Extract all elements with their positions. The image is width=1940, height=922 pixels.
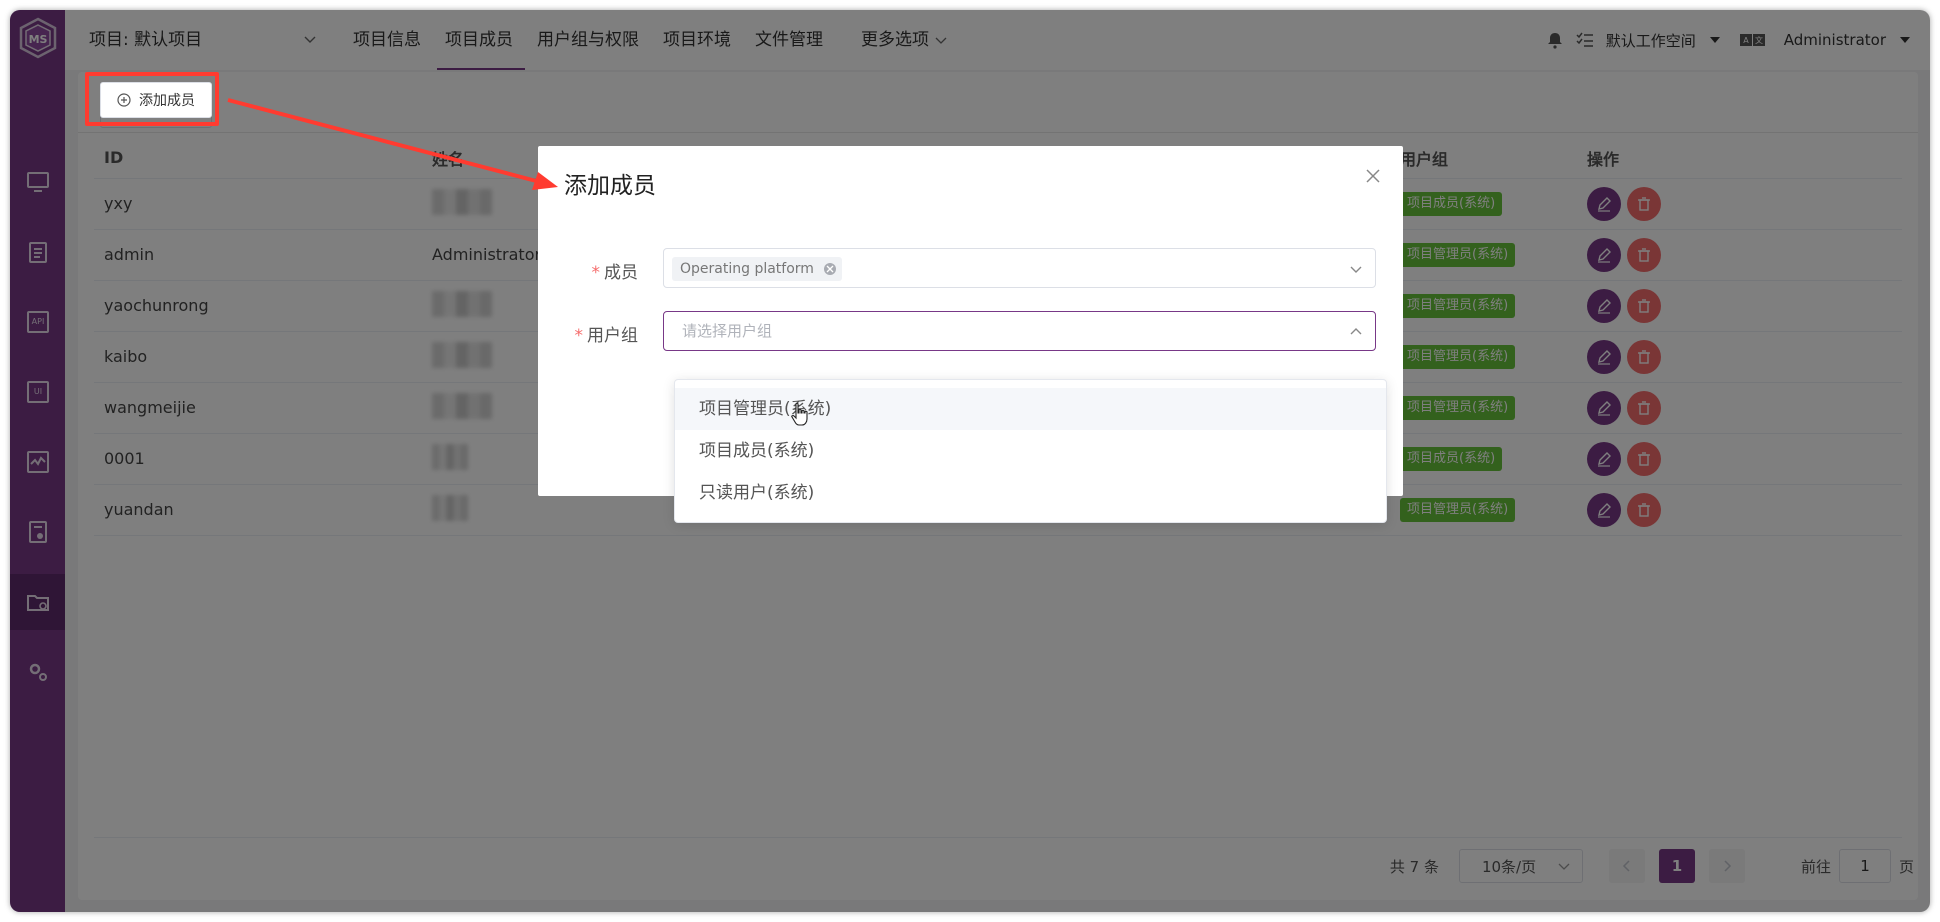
close-icon[interactable] xyxy=(1365,168,1381,184)
plus-circle-icon xyxy=(117,93,131,107)
member-field-label: * 成员 xyxy=(538,258,639,283)
member-chip-label: Operating platform xyxy=(680,261,814,277)
required-marker: * xyxy=(591,263,601,283)
chevron-down-icon xyxy=(1350,266,1362,273)
add-member-button-highlighted[interactable]: 添加成员 xyxy=(100,82,212,118)
group-select-placeholder: 请选择用户组 xyxy=(682,322,773,340)
chevron-up-icon xyxy=(1350,328,1362,335)
member-label-text: 成员 xyxy=(604,263,638,283)
group-field-label: * 用户组 xyxy=(538,321,639,346)
group-label-text: 用户组 xyxy=(587,326,638,346)
member-chip: Operating platform xyxy=(672,257,842,281)
required-marker: * xyxy=(574,326,584,346)
close-icon xyxy=(826,265,834,273)
add-member-label: 添加成员 xyxy=(139,93,195,109)
chip-remove-icon[interactable] xyxy=(823,263,836,275)
app-window: MS API UI 项目: 默认项目 项目信息 项 xyxy=(10,10,1930,912)
group-select[interactable]: 请选择用户组 xyxy=(663,311,1376,351)
option-project-admin[interactable]: 项目管理员(系统) xyxy=(675,388,1386,430)
option-project-member[interactable]: 项目成员(系统) xyxy=(675,430,1386,472)
dialog-title: 添加成员 xyxy=(564,173,656,199)
hand-cursor-icon xyxy=(791,402,808,426)
member-select[interactable]: Operating platform xyxy=(663,248,1376,288)
group-dropdown: 项目管理员(系统) 项目成员(系统) 只读用户(系统) xyxy=(674,379,1387,523)
option-readonly-user[interactable]: 只读用户(系统) xyxy=(675,472,1386,514)
